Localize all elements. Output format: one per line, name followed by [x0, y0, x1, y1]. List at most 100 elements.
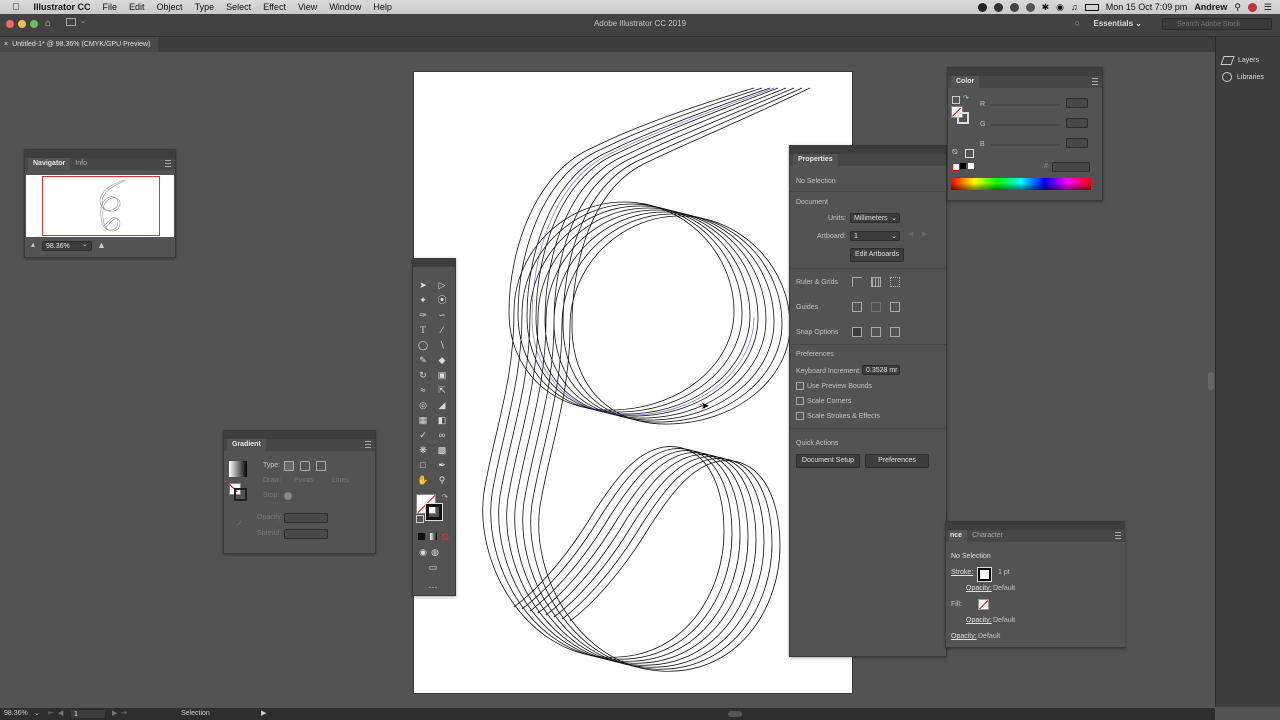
- fill-stroke-widget[interactable]: ↷: [416, 494, 448, 524]
- stroke-swatch[interactable]: [425, 503, 443, 521]
- none-swatch-icon[interactable]: ⦰: [952, 149, 958, 157]
- swap-colors-icon[interactable]: ↷: [963, 94, 969, 102]
- stroke-label[interactable]: Stroke:: [951, 569, 973, 576]
- chevron-down-icon[interactable]: ⌄: [82, 240, 88, 248]
- gradient-swatch[interactable]: [229, 461, 247, 477]
- zoom-in-icon[interactable]: ▲: [97, 240, 106, 250]
- tab-character[interactable]: Character: [967, 530, 1008, 542]
- gradient-tool-icon[interactable]: ◧: [436, 414, 448, 426]
- panel-grip[interactable]: [948, 68, 1102, 76]
- screen-mode-icon[interactable]: ▭: [427, 561, 439, 573]
- chevron-down-icon[interactable]: ⌄: [34, 709, 40, 717]
- fill-swatch[interactable]: [978, 599, 989, 610]
- transparency-grid-icon[interactable]: [890, 277, 900, 287]
- menu-select[interactable]: Select: [226, 2, 251, 12]
- color-mode-icon[interactable]: [415, 531, 427, 543]
- none-mode-icon[interactable]: ⦰: [439, 531, 451, 543]
- tab-properties[interactable]: Properties: [793, 154, 838, 166]
- lightbulb-icon[interactable]: ○: [1075, 18, 1080, 28]
- linear-gradient-icon[interactable]: [284, 461, 294, 471]
- dock-scrollbar[interactable]: [1208, 372, 1214, 390]
- stop-color-icon[interactable]: [284, 492, 292, 500]
- volume-icon[interactable]: ♫: [1071, 2, 1078, 12]
- show-guides-icon[interactable]: [852, 302, 862, 312]
- dropbox-icon[interactable]: [1025, 2, 1035, 12]
- document-tab[interactable]: × Untitled-1* @ 98.36% (CMYK/GPU Preview): [0, 37, 159, 52]
- menu-file[interactable]: File: [103, 2, 118, 12]
- keyboard-increment-field[interactable]: 0.3528 mr: [862, 365, 900, 375]
- previous-artboard-icon[interactable]: ◀: [58, 709, 63, 717]
- opacity-field[interactable]: [284, 513, 328, 523]
- radial-gradient-icon[interactable]: [300, 461, 310, 471]
- channel-b-field[interactable]: [1066, 138, 1088, 148]
- panel-menu-icon[interactable]: [1115, 532, 1121, 539]
- channel-b-slider[interactable]: [990, 144, 1060, 146]
- next-artboard-icon[interactable]: ▶: [922, 230, 927, 238]
- fill-opacity-label[interactable]: Opacity:: [966, 617, 992, 624]
- document-setup-button[interactable]: Document Setup: [796, 454, 860, 468]
- menu-edit[interactable]: Edit: [129, 2, 145, 12]
- blend-tool-icon[interactable]: ∞: [436, 429, 448, 441]
- lasso-tool-icon[interactable]: ⦿: [436, 294, 448, 306]
- panel-grip[interactable]: [224, 431, 375, 439]
- fill-label[interactable]: Fill:: [951, 601, 962, 608]
- app-menu[interactable]: Illustrator CC: [34, 2, 91, 12]
- cloud-icon[interactable]: [993, 2, 1003, 12]
- object-opacity-label[interactable]: Opacity:: [951, 633, 977, 640]
- siri-icon[interactable]: [1247, 2, 1257, 12]
- next-artboard-icon[interactable]: ▶: [112, 709, 117, 717]
- dock-item-layers[interactable]: Layers: [1220, 53, 1259, 67]
- units-dropdown[interactable]: Millimeters ⌄: [850, 213, 900, 223]
- record-icon[interactable]: [977, 2, 987, 12]
- curvature-tool-icon[interactable]: ∽: [436, 309, 448, 321]
- close-tab-icon[interactable]: ×: [4, 41, 8, 48]
- last-color-swatch[interactable]: [965, 149, 974, 158]
- snap-to-point-icon[interactable]: [852, 327, 862, 337]
- eraser-tool-icon[interactable]: ◆: [436, 354, 448, 366]
- white-mini-swatch[interactable]: [968, 163, 974, 169]
- fill-stroke-icon[interactable]: [951, 106, 969, 124]
- sync-icon[interactable]: [1009, 2, 1019, 12]
- spread-field[interactable]: [284, 529, 328, 539]
- artwork-strokes[interactable]: [414, 72, 852, 693]
- pen-tool-icon[interactable]: ✑: [417, 309, 429, 321]
- free-transform-tool-icon[interactable]: ⇱: [436, 384, 448, 396]
- previous-artboard-icon[interactable]: ◀: [908, 230, 913, 238]
- perspective-grid-tool-icon[interactable]: ◢: [436, 399, 448, 411]
- navigator-preview[interactable]: [26, 175, 174, 237]
- tab-appearance[interactable]: nce: [949, 530, 968, 542]
- stock-search-input[interactable]: Search Adobe Stock: [1162, 18, 1272, 30]
- zoom-level[interactable]: 98.36%: [4, 710, 28, 717]
- draw-inside-icon[interactable]: ◍: [429, 546, 441, 558]
- artboard-dropdown[interactable]: 1 ⌄: [850, 231, 900, 241]
- artboard[interactable]: ➤: [414, 72, 852, 693]
- clock[interactable]: Mon 15 Oct 7:09 pm: [1106, 2, 1188, 12]
- color-spectrum[interactable]: [951, 178, 1091, 190]
- swap-fill-stroke-icon[interactable]: ↷: [442, 493, 448, 501]
- zoom-out-icon[interactable]: ▴: [31, 240, 35, 249]
- panel-grip[interactable]: [790, 146, 946, 154]
- channel-g-slider[interactable]: [990, 124, 1060, 126]
- dock-item-libraries[interactable]: Libraries: [1222, 70, 1264, 84]
- panel-grip[interactable]: [946, 522, 1125, 530]
- zoom-tool-icon[interactable]: ⚲: [436, 474, 448, 486]
- bluetooth-icon[interactable]: ✱: [1042, 2, 1050, 13]
- channel-r-field[interactable]: [1066, 98, 1088, 108]
- preferences-button[interactable]: Preferences: [865, 454, 929, 468]
- shaper-tool-icon[interactable]: ✎: [417, 354, 429, 366]
- selection-tool-icon[interactable]: ➤: [417, 279, 429, 291]
- direct-selection-tool-icon[interactable]: ▷: [436, 279, 448, 291]
- apple-icon[interactable]: : [12, 2, 20, 13]
- eyedropper-tool-icon[interactable]: ✓: [417, 429, 429, 441]
- slice-tool-icon[interactable]: ✒: [436, 459, 448, 471]
- tab-navigator[interactable]: Navigator: [28, 158, 71, 170]
- magic-wand-tool-icon[interactable]: ✦: [417, 294, 429, 306]
- scale-tool-icon[interactable]: ▣: [436, 369, 448, 381]
- panel-menu-icon[interactable]: [365, 441, 371, 448]
- paintbrush-tool-icon[interactable]: ∖: [436, 339, 448, 351]
- stroke-opacity-label[interactable]: Opacity:: [966, 585, 992, 592]
- menu-window[interactable]: Window: [329, 2, 361, 12]
- symbol-sprayer-tool-icon[interactable]: ❋: [417, 444, 429, 456]
- snap-to-pixel-icon[interactable]: [890, 327, 900, 337]
- fill-stroke-icon[interactable]: [219, 483, 247, 501]
